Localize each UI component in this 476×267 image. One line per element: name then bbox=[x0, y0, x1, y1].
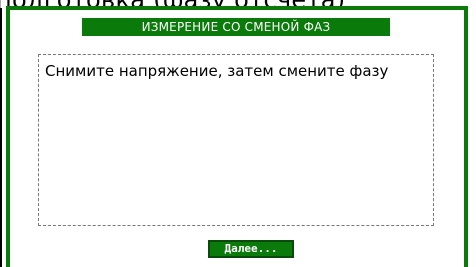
message-box: Снимите напряжение, затем смените фазу bbox=[38, 54, 434, 226]
next-button[interactable]: Далее... bbox=[208, 240, 294, 258]
dialog-title: ИЗМЕРЕНИЕ СО СМЕНОЙ ФАЗ bbox=[82, 18, 390, 36]
background-edge bbox=[0, 8, 2, 267]
message-text: Снимите напряжение, затем смените фазу bbox=[45, 62, 389, 80]
phase-change-dialog: ИЗМЕРЕНИЕ СО СМЕНОЙ ФАЗ Снимите напряжен… bbox=[6, 6, 468, 267]
